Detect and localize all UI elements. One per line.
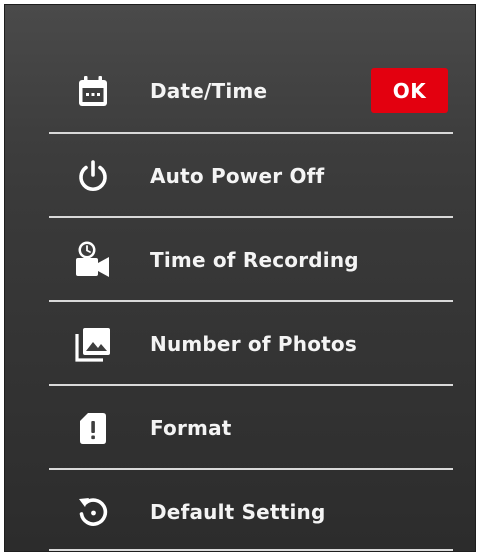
- settings-menu-panel: Date/Time OK Auto Power Off Time of Reco…: [4, 4, 476, 552]
- menu-item-label: Number of Photos: [150, 331, 357, 356]
- menu-item-label: Default Setting: [150, 499, 326, 524]
- calendar-icon: [71, 69, 115, 113]
- menu-item-default-setting[interactable]: Default Setting: [49, 470, 453, 553]
- video-timer-icon: [71, 238, 115, 282]
- photo-stack-icon: [71, 322, 115, 366]
- menu-item-label: Auto Power Off: [150, 163, 325, 188]
- menu-item-label: Date/Time: [150, 78, 268, 103]
- menu-item-label: Time of Recording: [150, 247, 359, 272]
- menu-item-number-of-photos[interactable]: Number of Photos: [49, 302, 453, 385]
- menu-item-auto-power-off[interactable]: Auto Power Off: [49, 134, 453, 217]
- sd-card-alert-icon: [71, 406, 115, 450]
- reset-icon: [71, 490, 115, 534]
- menu-item-format[interactable]: Format: [49, 386, 453, 469]
- ok-button[interactable]: OK: [371, 68, 448, 113]
- menu-item-time-of-recording[interactable]: Time of Recording: [49, 218, 453, 301]
- menu-item-label: Format: [150, 415, 232, 440]
- power-icon: [71, 154, 115, 198]
- divider: [49, 549, 453, 551]
